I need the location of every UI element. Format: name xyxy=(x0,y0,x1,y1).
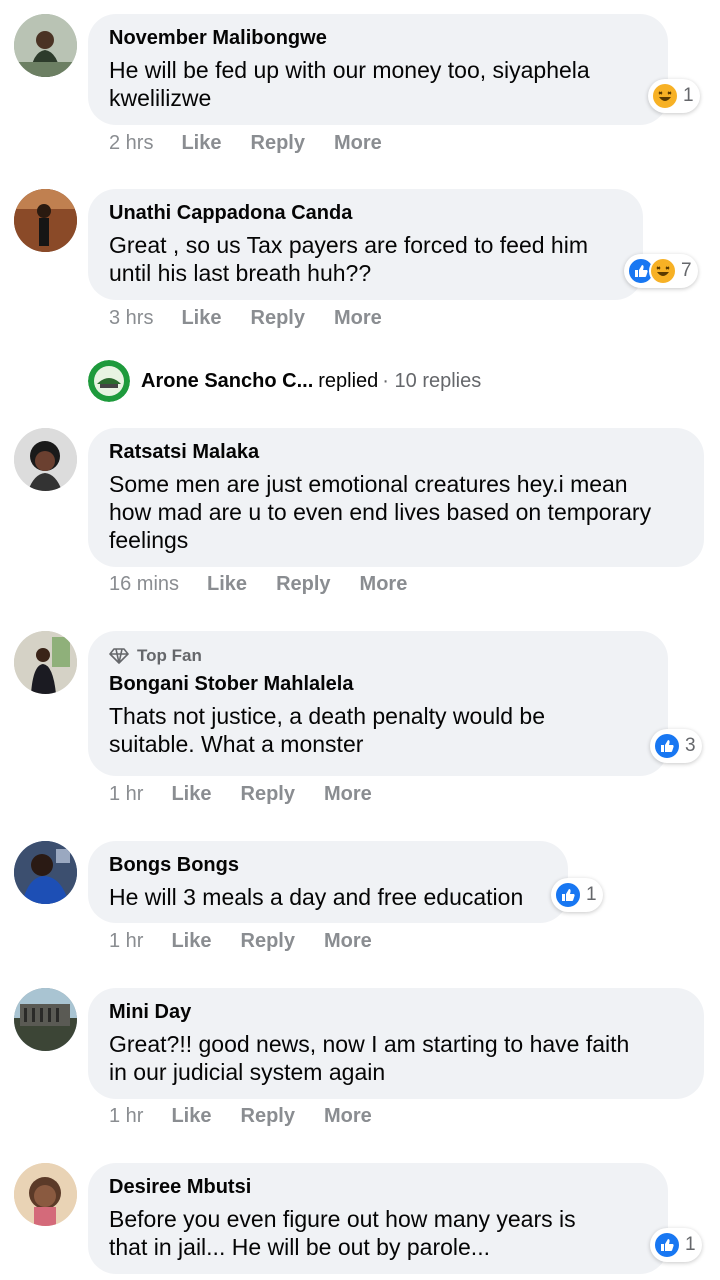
more-button[interactable]: More xyxy=(360,573,408,596)
comment-text: He will be fed up with our money too, si… xyxy=(109,57,590,111)
avatar[interactable] xyxy=(14,428,77,491)
reply-button[interactable]: Reply xyxy=(251,132,305,155)
reply-button[interactable]: Reply xyxy=(241,783,295,806)
top-fan-badge: Top Fan xyxy=(109,646,646,666)
commenter-name[interactable]: Desiree Mbutsi xyxy=(109,1174,646,1200)
haha-reaction-icon xyxy=(651,82,679,110)
more-button[interactable]: More xyxy=(334,307,382,330)
reply-button[interactable]: Reply xyxy=(251,307,305,330)
like-button[interactable]: Like xyxy=(207,573,247,596)
top-fan-label: Top Fan xyxy=(137,646,202,665)
timestamp[interactable]: 1 hr xyxy=(109,783,143,806)
comment-actions: 1 hr Like Reply More xyxy=(109,930,401,953)
comment-actions: 16 mins Like Reply More xyxy=(109,573,436,596)
reaction-count: 1 xyxy=(586,884,597,905)
avatar[interactable] xyxy=(14,631,77,694)
commenter-name[interactable]: November Malibongwe xyxy=(109,25,646,51)
comment-bubble[interactable]: November Malibongwe He will be fed up wi… xyxy=(88,14,668,125)
timestamp[interactable]: 3 hrs xyxy=(109,307,153,330)
like-button[interactable]: Like xyxy=(181,132,221,155)
comment-actions: 1 hr Like Reply More xyxy=(109,783,401,806)
avatar[interactable] xyxy=(14,988,77,1051)
comment-bubble[interactable]: Unathi Cappadona Canda Great , so us Tax… xyxy=(88,189,643,300)
avatar[interactable] xyxy=(14,14,77,77)
reply-button[interactable]: Reply xyxy=(276,573,330,596)
diamond-icon xyxy=(109,648,129,664)
like-button[interactable]: Like xyxy=(171,1105,211,1128)
like-button[interactable]: Like xyxy=(181,307,221,330)
comment-text: Great?!! good news, now I am starting to… xyxy=(109,1031,630,1085)
commenter-name[interactable]: Unathi Cappadona Canda xyxy=(109,200,621,226)
comment-text: Thats not justice, a death penalty would… xyxy=(109,703,546,757)
comment-bubble[interactable]: Mini Day Great?!! good news, now I am st… xyxy=(88,988,704,1099)
reaction-summary[interactable]: 7 xyxy=(624,254,698,288)
reaction-summary[interactable]: 1 xyxy=(551,878,603,912)
more-button[interactable]: More xyxy=(324,1105,372,1128)
haha-reaction-icon xyxy=(649,257,677,285)
timestamp[interactable]: 16 mins xyxy=(109,573,179,596)
avatar[interactable] xyxy=(14,189,77,252)
timestamp[interactable]: 1 hr xyxy=(109,930,143,953)
reply-button[interactable]: Reply xyxy=(241,930,295,953)
commenter-name[interactable]: Ratsatsi Malaka xyxy=(109,439,682,465)
reaction-summary[interactable]: 3 xyxy=(650,729,702,763)
comment-actions: 2 hrs Like Reply More xyxy=(109,132,411,155)
comment-bubble[interactable]: Top Fan Bongani Stober Mahlalela Thats n… xyxy=(88,631,668,776)
reaction-count: 7 xyxy=(681,260,692,281)
commenter-name[interactable]: Bongs Bongs xyxy=(109,852,546,878)
reaction-count: 1 xyxy=(683,85,694,106)
avatar[interactable] xyxy=(14,841,77,904)
comment-bubble[interactable]: Desiree Mbutsi Before you even figure ou… xyxy=(88,1163,668,1274)
more-button[interactable]: More xyxy=(324,783,372,806)
reply-avatar xyxy=(88,360,130,402)
replier-name[interactable]: Arone Sancho C... xyxy=(141,370,313,393)
comment-bubble[interactable]: Bongs Bongs He will 3 meals a day and fr… xyxy=(88,841,568,923)
reply-button[interactable]: Reply xyxy=(241,1105,295,1128)
comment-actions: 1 hr Like Reply More xyxy=(109,1105,401,1128)
more-button[interactable]: More xyxy=(324,930,372,953)
timestamp[interactable]: 2 hrs xyxy=(109,132,153,155)
timestamp[interactable]: 1 hr xyxy=(109,1105,143,1128)
avatar[interactable] xyxy=(14,1163,77,1226)
more-button[interactable]: More xyxy=(334,132,382,155)
reaction-summary[interactable]: 1 xyxy=(648,79,700,113)
comment-text: Great , so us Tax payers are forced to f… xyxy=(109,232,588,286)
reaction-count: 1 xyxy=(685,1234,696,1255)
commenter-name[interactable]: Bongani Stober Mahlalela xyxy=(109,671,646,697)
comment-text: He will 3 meals a day and free education xyxy=(109,884,524,910)
comment-bubble[interactable]: Ratsatsi Malaka Some men are just emotio… xyxy=(88,428,704,567)
comment-text: Before you even figure out how many year… xyxy=(109,1206,576,1260)
like-reaction-icon xyxy=(554,881,582,909)
like-reaction-icon xyxy=(653,732,681,760)
comment-text: Some men are just emotional creatures he… xyxy=(109,471,652,553)
reply-count: · 10 replies xyxy=(382,369,482,392)
like-button[interactable]: Like xyxy=(171,930,211,953)
like-button[interactable]: Like xyxy=(171,783,211,806)
view-replies-link[interactable]: Arone Sancho C... replied · 10 replies xyxy=(88,360,481,402)
reaction-summary[interactable]: 1 xyxy=(650,1228,702,1262)
commenter-name[interactable]: Mini Day xyxy=(109,999,682,1025)
comment-actions: 3 hrs Like Reply More xyxy=(109,307,411,330)
like-reaction-icon xyxy=(653,1231,681,1259)
reaction-count: 3 xyxy=(685,735,696,756)
replied-label: replied xyxy=(318,369,379,392)
